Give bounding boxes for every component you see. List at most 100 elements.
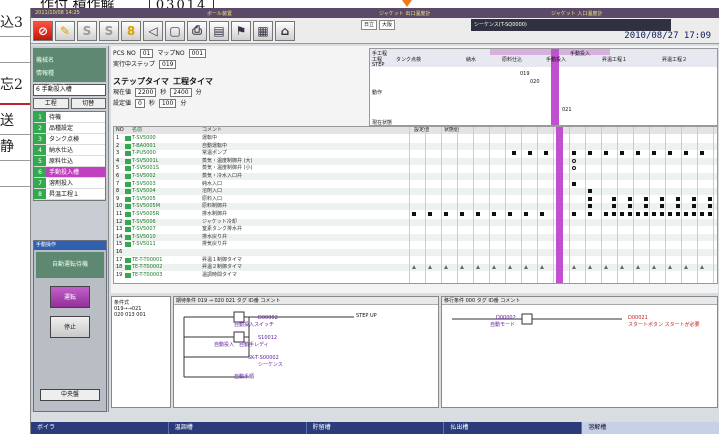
- tab-switch[interactable]: 切替: [70, 98, 106, 109]
- table-icon[interactable]: ▦: [253, 20, 273, 41]
- pane3-check-tag[interactable]: タグ: [477, 298, 487, 304]
- pane2-check-comment[interactable]: コメント: [260, 298, 280, 304]
- step-list-item[interactable]: 1 待機: [34, 112, 105, 123]
- table-header: NO 名前 コメント 設定値 状態値: [114, 127, 717, 134]
- grid-line: [633, 127, 634, 283]
- device-name: T-SV5011: [132, 241, 156, 248]
- step-list-item[interactable]: 4 納水仕込: [34, 145, 105, 156]
- grid-row-label-3: STEP: [372, 62, 385, 68]
- table-row[interactable]: 1 T-SV5000 運転中: [114, 135, 717, 142]
- table-row[interactable]: 18 TE-T-T00002 昇温２制御タイマ: [114, 264, 717, 272]
- topbar-seg-1: 2011/10/08 14:25: [35, 10, 80, 16]
- device-name: T-SV5007: [132, 226, 156, 233]
- unit-min-2: 分: [180, 100, 187, 107]
- center-panel-button[interactable]: 中央盤: [40, 389, 100, 401]
- table-row[interactable]: 4 T-SV5001L 蒸気・温度制御弁 (大): [114, 157, 717, 165]
- status-dot: [444, 212, 448, 216]
- pane3-header: 移行条件 000 タグ ID番 コメント: [442, 297, 717, 305]
- grid-line: [553, 127, 554, 283]
- device-icon: [125, 166, 131, 172]
- process-label-6: 昇温工程２: [662, 57, 688, 63]
- lock-icon[interactable]: ⌂: [275, 20, 295, 41]
- pane2-check-id[interactable]: ID番: [248, 298, 258, 304]
- task-temp-tank[interactable]: 温調槽: [169, 422, 307, 434]
- table-row[interactable]: 5 T-SV5001S 蒸気・温度制御弁 (小): [114, 165, 717, 172]
- step-list-item[interactable]: 8 昇温工程１: [34, 189, 105, 200]
- pane2-title: 期待条件 019 → 020 021: [176, 298, 236, 304]
- status-dot: [628, 196, 632, 201]
- status-dot: [612, 212, 616, 216]
- table-row[interactable]: 14 T-SV5010 排水戻り弁: [114, 233, 717, 241]
- pane1-line-2: 020 013 001: [114, 312, 146, 318]
- pane2-check-tag[interactable]: タグ: [237, 298, 247, 304]
- table-row[interactable]: 2 T-BA0001 自動運転中: [114, 142, 717, 150]
- status-dot: [652, 212, 656, 216]
- table-row[interactable]: 16: [114, 249, 717, 256]
- grid-line: [505, 127, 506, 283]
- pane3-check-id[interactable]: ID番: [488, 298, 498, 304]
- device-name: T-SV5005M: [132, 203, 161, 210]
- status-dot: [492, 212, 496, 216]
- print-icon[interactable]: ⎙: [187, 20, 207, 41]
- device-name: T-SV5000: [132, 135, 156, 141]
- pane2-header: 期待条件 019 → 020 021 タグ ID番 コメント: [174, 297, 438, 305]
- table-row[interactable]: 8 T-SV5004 溶剤入口: [114, 188, 717, 196]
- current-step-column: [556, 127, 563, 283]
- pane3-check-comment[interactable]: コメント: [500, 298, 520, 304]
- status-dot: [620, 212, 624, 216]
- window-icon[interactable]: ▢: [165, 20, 185, 41]
- device-icon: [125, 174, 131, 179]
- timer-marker: [572, 265, 576, 270]
- task-storage-tank[interactable]: 貯留槽: [307, 422, 445, 434]
- table-row[interactable]: 3 T-PU5000 常温ポンプ: [114, 150, 717, 157]
- step-list-item[interactable]: 3 タンク点検: [34, 134, 105, 145]
- device-icon: [125, 189, 131, 195]
- device-comment: 排水戻り弁: [202, 233, 228, 240]
- process-label-1: タンク点検: [396, 57, 422, 63]
- step-list-item[interactable]: 6 手動投入槽: [34, 167, 105, 178]
- step-number: 1: [34, 112, 46, 122]
- s-icon[interactable]: S: [99, 20, 119, 41]
- step-list-item[interactable]: 7 溶剤投入: [34, 178, 105, 189]
- book-icon[interactable]: ▤: [209, 20, 229, 41]
- device-comment: 排気戻り弁: [202, 241, 228, 248]
- s-icon[interactable]: S: [77, 20, 97, 41]
- speaker-icon[interactable]: ◁: [143, 20, 163, 41]
- step-list-item[interactable]: 5 原料仕込: [34, 156, 105, 167]
- table-row[interactable]: 6 T-SV5002 蒸気・冷水入口弁: [114, 173, 717, 180]
- table-row[interactable]: 15 T-SV5011 排気戻り弁: [114, 241, 717, 248]
- table-row[interactable]: 17 TE-T-T00001 昇温１制御タイマ: [114, 257, 717, 264]
- table-row[interactable]: 13 T-SV5007 窒素タンク排水弁: [114, 226, 717, 233]
- task-dissolve-tank[interactable]: 溶解槽: [582, 422, 719, 434]
- pen-icon[interactable]: ✎: [55, 20, 75, 41]
- grid-line: [713, 127, 714, 283]
- eight-icon[interactable]: 8: [121, 20, 141, 41]
- run-button[interactable]: 運転: [50, 286, 90, 308]
- map-no-label: マップNO: [157, 50, 185, 57]
- task-boiler[interactable]: ボイラ: [31, 422, 169, 434]
- device-comment: 常温ポンプ: [202, 150, 227, 157]
- status-cell-1: 日立: [361, 20, 378, 30]
- flag-icon[interactable]: ⚑: [231, 20, 251, 41]
- row-number: 3: [116, 150, 120, 157]
- table-row[interactable]: 12 T-SV5006 ジャケット冷却: [114, 218, 717, 226]
- step-selector[interactable]: 6 手動投入槽: [33, 84, 106, 96]
- table-row[interactable]: 19 TE-T-T00003 温調時間タイマ: [114, 272, 717, 279]
- stop-icon[interactable]: ⊘: [33, 20, 53, 41]
- step-label: 昇温工程１: [49, 191, 80, 198]
- status-dot: [604, 212, 608, 216]
- task-discharge-tank[interactable]: 払出槽: [444, 422, 583, 434]
- table-row[interactable]: 7 T-SV5003 純水入口: [114, 181, 717, 188]
- stop-button[interactable]: 停止: [50, 316, 90, 338]
- step-number: 8: [34, 189, 46, 199]
- status-dot: [612, 196, 616, 201]
- grid-line: [425, 127, 426, 283]
- status-dot: [708, 204, 712, 209]
- timer-marker: [492, 265, 496, 270]
- row-number: 18: [116, 264, 123, 271]
- step-list-item[interactable]: 2 品種設定: [34, 123, 105, 134]
- tab-process[interactable]: 工程: [33, 98, 69, 109]
- step-value-1: 019: [520, 71, 530, 77]
- grid-line: [441, 127, 442, 283]
- grid-line: [697, 127, 698, 283]
